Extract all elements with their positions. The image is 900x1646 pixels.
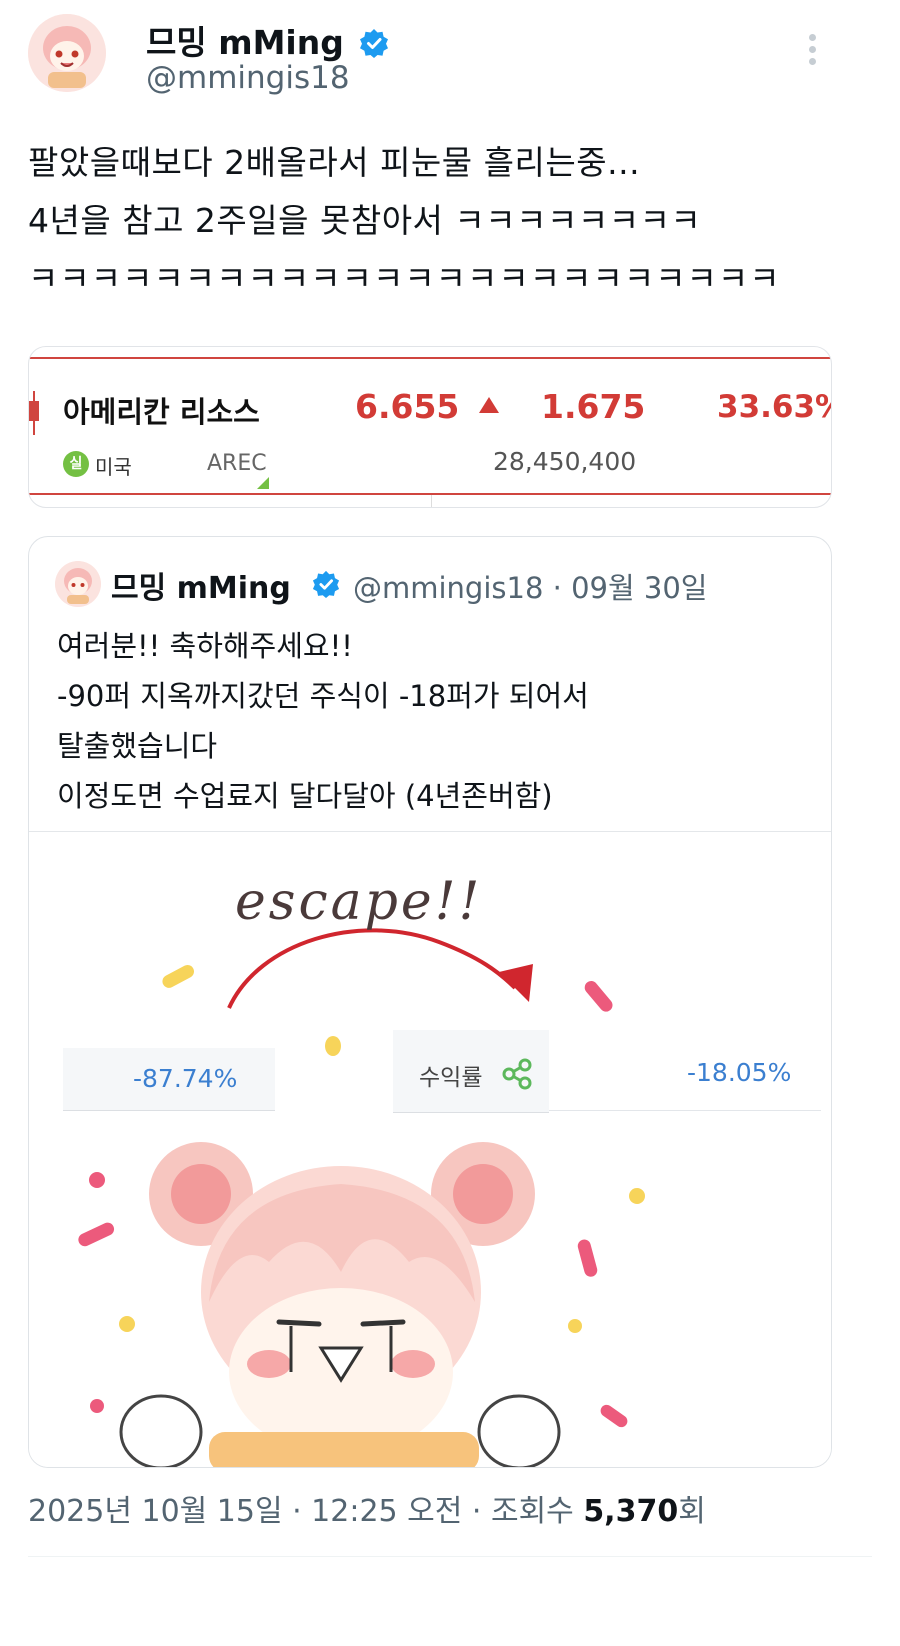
return-rate-label: 수익률 (419, 1065, 483, 1091)
avatar-illustration (28, 14, 106, 92)
author-name-text: 므밍 mMing (146, 23, 344, 62)
column-divider (431, 495, 432, 507)
verified-badge-icon (360, 29, 389, 58)
tweet-timestamp: 2025년 10월 15일 · 12:25 오전 · 조회수 (28, 1494, 584, 1529)
quoted-tweet[interactable]: 므밍 mMing @mmingis18 · 09월 30일 여러분!! 축하해주… (28, 536, 832, 1468)
before-return-percent: -87.74% (133, 1064, 238, 1093)
quoted-author-avatar (55, 561, 101, 607)
author-display-name[interactable]: 므밍 mMing (146, 16, 389, 64)
stock-name: 아메리칸 리소스 (63, 395, 260, 429)
stock-change: 1.675 (541, 387, 646, 426)
tweet-text-line-3: ㅋㅋㅋㅋㅋㅋㅋㅋㅋㅋㅋㅋㅋㅋㅋㅋㅋㅋㅋㅋㅋㅋㅋㅋ (28, 259, 781, 298)
quoted-verified-badge-icon (312, 570, 340, 598)
share-icon (502, 1058, 532, 1090)
price-up-arrow-icon (479, 397, 499, 413)
stock-quote-image[interactable]: 아메리칸 리소스 6.655 1.675 33.63% 실 미국 AREC 28… (28, 346, 832, 508)
stock-country: 미국 (95, 455, 132, 479)
quoted-text-line-1: 여러분!! 축하해주세요!! (57, 629, 353, 663)
tweet-timestamp-views[interactable]: 2025년 10월 15일 · 12:25 오전 · 조회수 5,370회 (28, 1486, 706, 1530)
corner-marker-icon (257, 477, 269, 489)
stock-volume: 28,450,400 (493, 447, 637, 476)
quoted-author-name: 므밍 mMing (111, 571, 291, 606)
realtime-badge: 실 (63, 451, 89, 477)
view-count: 5,370 (583, 1494, 679, 1529)
footer-divider (28, 1556, 872, 1557)
tweet-text-line-1: 팔았을때보다 2배올라서 피눈물 흘리는중... (28, 143, 641, 182)
stock-price: 6.655 (355, 387, 460, 426)
stock-bottom-border (29, 493, 831, 495)
after-return-underline (549, 1110, 821, 1111)
candlestick-icon (29, 391, 39, 435)
quoted-text-line-2: -90퍼 지옥까지갔던 주식이 -18퍼가 되어서 (57, 679, 589, 713)
quoted-text-line-3: 탈출했습니다 (57, 729, 218, 763)
character-illustration (119, 1142, 561, 1467)
author-avatar[interactable] (28, 14, 106, 92)
view-count-suffix: 회 (678, 1494, 706, 1529)
tweet-text-line-2: 4년을 참고 2주일을 못참아서 ㅋㅋㅋㅋㅋㅋㅋㅋ (28, 201, 702, 240)
stock-top-border (29, 357, 831, 359)
quoted-handle-date: @mmingis18 · 09월 30일 (353, 571, 708, 605)
quoted-avatar-illustration (55, 561, 101, 607)
stock-change-rate: 33.63% (717, 389, 831, 425)
quoted-image[interactable]: escape!! -87.74% 수익률 -18.05% (29, 831, 831, 1467)
quoted-text-line-4: 이정도면 수업료지 달다달아 (4년존버함) (57, 779, 553, 813)
author-handle[interactable]: @mmingis18 (146, 60, 350, 96)
more-options-icon[interactable] (800, 34, 824, 74)
stock-ticker: AREC (207, 451, 267, 476)
escape-caption: escape!! (235, 872, 483, 932)
after-return-percent: -18.05% (687, 1058, 792, 1087)
